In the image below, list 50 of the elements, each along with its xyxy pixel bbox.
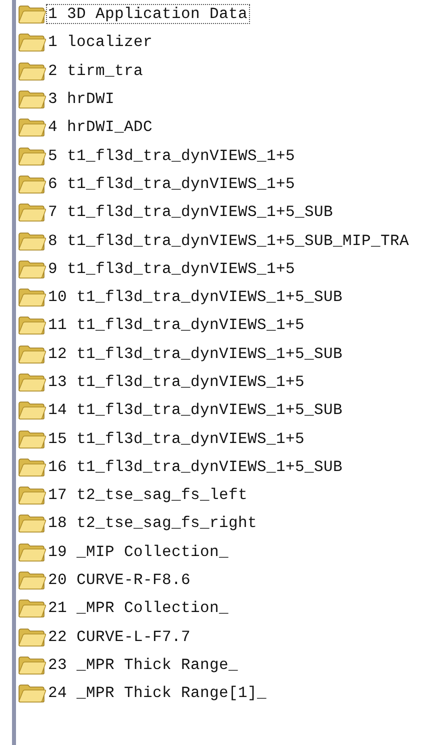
folder-name[interactable]: 17 t2_tse_sag_fs_left [46, 485, 250, 506]
folder-icon [18, 513, 46, 534]
folder-name[interactable]: 6 t1_fl3d_tra_dynVIEWS_1+5 [46, 174, 298, 194]
folder-name[interactable]: 1 localizer [46, 32, 155, 52]
folder-icon [18, 315, 46, 336]
folder-name[interactable]: 23 _MPR Thick Range_ [46, 654, 240, 675]
folder-icon [18, 485, 46, 506]
folder-icon [18, 202, 46, 222]
folder-name[interactable]: 2 tirm_tra [46, 60, 146, 81]
folder-name[interactable]: 15 t1_fl3d_tra_dynVIEWS_1+5 [46, 428, 307, 449]
folder-icon [18, 287, 46, 308]
folder-name[interactable]: 22 CURVE-L-F7.7 [46, 626, 193, 647]
folder-name[interactable]: 8 t1_fl3d_tra_dynVIEWS_1+5_SUB_MIP_TRA [46, 230, 412, 251]
folder-name[interactable]: 21 _MPR Collection_ [46, 598, 231, 618]
folder-name[interactable]: 14 t1_fl3d_tra_dynVIEWS_1+5_SUB [46, 400, 345, 420]
folder-name[interactable]: 18 t2_tse_sag_fs_right [46, 513, 260, 534]
folder-icon [18, 89, 46, 110]
folder-icon [18, 428, 46, 449]
folder-name[interactable]: 12 t1_fl3d_tra_dynVIEWS_1+5_SUB [46, 344, 345, 364]
folder-icon [18, 570, 46, 590]
folder-icon [18, 456, 46, 477]
folder-name[interactable]: 5 t1_fl3d_tra_dynVIEWS_1+5 [46, 146, 298, 166]
folder-name[interactable]: 1 3D Application Data [46, 4, 250, 24]
folder-name[interactable]: 7 t1_fl3d_tra_dynVIEWS_1+5_SUB [46, 202, 336, 222]
folder-name[interactable]: 11 t1_fl3d_tra_dynVIEWS_1+5 [46, 315, 307, 336]
folder-icon [18, 344, 46, 364]
folder-name[interactable]: 13 t1_fl3d_tra_dynVIEWS_1+5 [46, 372, 307, 392]
folder-name[interactable]: 4 hrDWI_ADC [46, 117, 155, 138]
folder-name[interactable]: 24 _MPR Thick Range[1]_ [46, 683, 269, 704]
folder-icon [18, 146, 46, 166]
folder-icon [18, 258, 46, 279]
folder-icon [18, 683, 46, 704]
folder-icon [18, 372, 46, 392]
folder-icon [18, 626, 46, 647]
folder-icon [18, 598, 46, 618]
folder-name[interactable]: 16 t1_fl3d_tra_dynVIEWS_1+5_SUB [46, 456, 345, 477]
folder-icon [18, 654, 46, 675]
folder-name[interactable]: 19 _MIP Collection_ [46, 542, 231, 562]
folder-name[interactable]: 10 t1_fl3d_tra_dynVIEWS_1+5_SUB [46, 287, 345, 308]
folder-icon [18, 174, 46, 194]
folder-icon [18, 542, 46, 562]
folder-icon [18, 400, 46, 420]
folder-icon [18, 230, 46, 251]
folder-name[interactable]: 20 CURVE-R-F8.6 [46, 570, 193, 590]
folder-icon [18, 4, 46, 24]
folder-icon [18, 117, 46, 138]
folder-icon [18, 60, 46, 81]
folder-name[interactable]: 9 t1_fl3d_tra_dynVIEWS_1+5 [46, 258, 298, 279]
folder-icon [18, 32, 46, 52]
folder-name[interactable]: 3 hrDWI [46, 89, 117, 110]
